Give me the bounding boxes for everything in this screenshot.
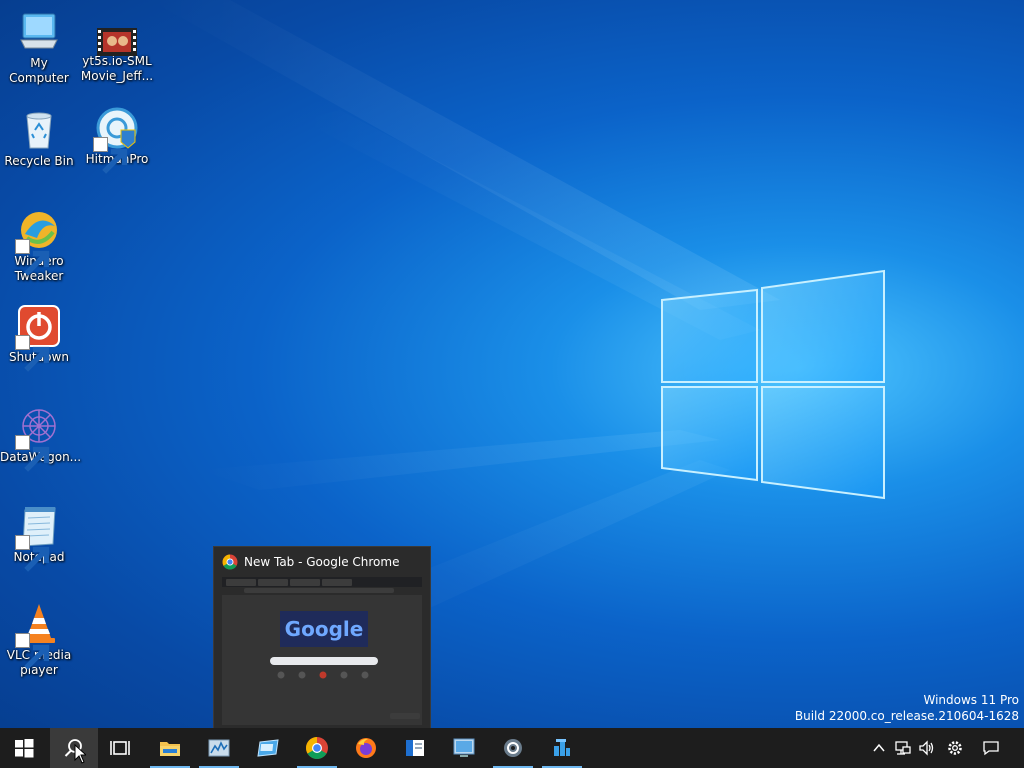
desktop-icon-label: Recycle Bin	[4, 154, 74, 168]
watermark-build: Build 22000.co_release.210604-1628	[794, 709, 1019, 723]
desktop-icon-my-computer[interactable]: My Computer	[0, 10, 78, 86]
desktop-icon-label: My Computer	[9, 56, 69, 85]
settings-tray-button[interactable]	[944, 728, 966, 768]
desktop-icon-vlc[interactable]: VLC media player	[0, 602, 78, 678]
network-tray-button[interactable]	[892, 728, 914, 768]
app-blue-icon	[406, 740, 424, 756]
thumbnail-title: New Tab - Google Chrome	[222, 554, 399, 570]
desktop-icon-winaero-tweaker[interactable]: Winaero Tweaker	[0, 208, 78, 284]
taskbar-file-explorer[interactable]	[146, 728, 194, 768]
volume-icon	[919, 740, 934, 756]
desktop-icon-notepad[interactable]: Notepad	[0, 504, 78, 572]
desktop-icon-movie[interactable]: yt5s.io-SML Movie_Jeff...	[78, 22, 156, 84]
video-file-icon	[97, 28, 137, 56]
remote-desktop-icon	[453, 738, 475, 757]
volume-tray-button[interactable]	[916, 728, 938, 768]
thumbnail-window-preview: Google	[222, 577, 422, 725]
file-explorer-icon	[160, 742, 180, 756]
shortcut-arrow-icon	[15, 633, 50, 670]
chrome-icon	[306, 737, 328, 759]
action-center-button[interactable]	[978, 728, 1004, 768]
desktop-icon-recycle-bin[interactable]: Recycle Bin	[0, 108, 78, 169]
desktop-icon-datawagon[interactable]: DataWagon...	[0, 404, 81, 472]
taskbar	[0, 728, 1024, 768]
task-view-button[interactable]	[96, 728, 144, 768]
show-hidden-icons-button[interactable]	[868, 728, 890, 768]
gear-icon	[948, 741, 962, 755]
thumbnail-title-text: New Tab - Google Chrome	[244, 555, 400, 569]
taskbar-blue-app[interactable]	[538, 728, 586, 768]
wallpaper-windows-logo	[661, 269, 885, 500]
taskbar-firefox[interactable]	[342, 728, 390, 768]
taskbar-app-window[interactable]	[244, 728, 292, 768]
watermark-edition: Windows 11 Pro	[923, 693, 1019, 707]
network-icon	[895, 741, 911, 755]
chevron-up-icon	[873, 743, 885, 752]
preview-google-logo: Google	[285, 617, 364, 641]
blue-app-icon	[554, 739, 570, 756]
taskbar-app-blue[interactable]	[391, 728, 439, 768]
resource-monitor-icon	[208, 739, 230, 757]
desktop-icon-shutdown[interactable]: Shutdown	[0, 304, 78, 372]
notification-icon	[983, 741, 999, 756]
start-icon	[15, 739, 34, 758]
shortcut-arrow-icon	[93, 137, 128, 174]
chrome-window-snapshot: Google	[222, 577, 422, 719]
start-button[interactable]	[0, 728, 48, 768]
desktop-icon-hitmanpro[interactable]: HitmanPro	[78, 106, 156, 174]
taskbar-chrome[interactable]	[293, 728, 341, 768]
shortcut-arrow-icon	[15, 335, 50, 372]
app-window-icon	[257, 739, 279, 757]
shortcut-arrow-icon	[15, 435, 50, 472]
computer-icon	[20, 13, 58, 49]
mouse-cursor-icon	[74, 744, 86, 764]
settings-icon	[504, 739, 522, 757]
taskbar-remote-desktop[interactable]	[440, 728, 488, 768]
windows-version-watermark: Windows 11 Pro Build 22000.co_release.21…	[795, 692, 1019, 724]
shortcut-arrow-icon	[15, 239, 50, 276]
recycle-bin-icon	[26, 112, 52, 149]
taskbar-settings[interactable]	[489, 728, 537, 768]
task-view-icon	[110, 741, 130, 755]
taskbar-resource-monitor[interactable]	[195, 728, 243, 768]
shortcut-arrow-icon	[15, 535, 50, 572]
chrome-thumbnail-preview[interactable]: New Tab - Google Chrome Google	[213, 546, 431, 730]
chrome-icon	[222, 554, 238, 570]
firefox-icon	[356, 738, 376, 758]
